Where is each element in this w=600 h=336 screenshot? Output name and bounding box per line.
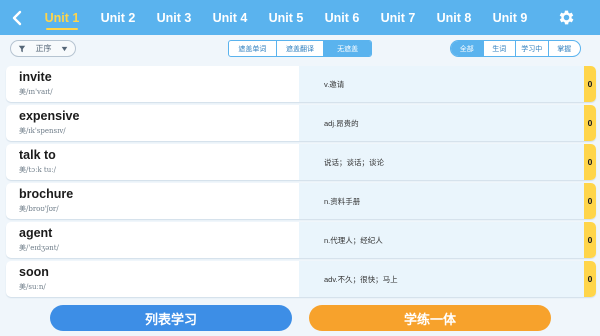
unit-tab-4[interactable]: Unit 4 [202,0,258,35]
gear-icon [559,10,574,25]
sort-order-dropdown[interactable]: 正序 [10,40,76,57]
word-text: brochure [19,187,74,201]
list-study-button[interactable]: 列表学习 [50,305,292,331]
word-row[interactable]: brochure 美/broʊ'ʃʊr/ n.资料手册 0 [6,183,596,219]
word-phonetic: 美/ɪn'vaɪt/ [19,88,53,96]
word-text: agent [19,226,53,240]
status-learning-tab[interactable]: 学习中 [515,41,548,56]
word-list: invite 美/ɪn'vaɪt/ v.邀请 0 expensive 美/ɪk'… [6,66,596,300]
practice-button[interactable]: 学练一体 [309,305,551,331]
unit-tab-9[interactable]: Unit 9 [482,0,538,35]
word-meaning: n.资料手册 [324,196,361,206]
word-phonetic: 美/ɪk'spensɪv/ [19,127,66,135]
cover-mode-toggle: 遮盖单词 遮盖翻译 无遮盖 [228,40,372,57]
unit-tab-7[interactable]: Unit 7 [370,0,426,35]
review-count-badge: 0 [584,261,596,297]
word-status-filter: 全部 生词 学习中 掌握 [450,40,581,57]
review-count-badge: 0 [584,105,596,141]
word-meaning: adv.不久；很快；马上 [324,274,398,284]
word-row[interactable]: expensive 美/ɪk'spensɪv/ adj.昂贵的 0 [6,105,596,141]
unit-tab-8[interactable]: Unit 8 [426,0,482,35]
word-meaning: n.代理人；经纪人 [324,235,383,245]
word-phonetic: 美/broʊ'ʃʊr/ [19,205,59,213]
word-phonetic: 美/suːn/ [19,283,46,291]
word-text: invite [19,70,52,84]
sort-order-label: 正序 [35,44,52,53]
status-all-tab[interactable]: 全部 [451,41,483,56]
review-count-badge: 0 [584,222,596,258]
word-row[interactable]: invite 美/ɪn'vaɪt/ v.邀请 0 [6,66,596,102]
filter-icon [18,45,26,52]
unit-header: Unit 1 Unit 2 Unit 3 Unit 4 Unit 5 Unit … [0,0,600,35]
chevron-left-icon [12,10,22,25]
caret-down-icon [61,46,68,51]
word-meaning: adj.昂贵的 [324,118,359,128]
unit-tab-1[interactable]: Unit 1 [34,0,90,35]
cover-translation-tab[interactable]: 遮盖翻译 [275,41,324,56]
unit-tab-2[interactable]: Unit 2 [90,0,146,35]
back-button[interactable] [0,0,34,35]
unit-tabs: Unit 1 Unit 2 Unit 3 Unit 4 Unit 5 Unit … [34,0,538,35]
word-text: expensive [19,109,80,123]
status-new-tab[interactable]: 生词 [482,41,516,56]
word-row[interactable]: talk to 美/tɔːk tuː/ 说话；谈话；谈论 0 [6,144,596,180]
unit-tab-5[interactable]: Unit 5 [258,0,314,35]
word-phonetic: 美/'eɪdʒənt/ [19,244,59,252]
review-count-badge: 0 [584,66,596,102]
unit-tab-6[interactable]: Unit 6 [314,0,370,35]
settings-button[interactable] [557,8,576,27]
status-mastered-tab[interactable]: 掌握 [547,41,581,56]
review-count-badge: 0 [584,144,596,180]
word-phonetic: 美/tɔːk tuː/ [19,166,56,174]
word-row[interactable]: soon 美/suːn/ adv.不久；很快；马上 0 [6,261,596,297]
word-text: talk to [19,148,56,162]
unit-tab-3[interactable]: Unit 3 [146,0,202,35]
word-meaning: v.邀请 [324,79,345,89]
word-text: soon [19,265,49,279]
cover-word-tab[interactable]: 遮盖单词 [229,41,276,56]
filter-bar: 正序 遮盖单词 遮盖翻译 无遮盖 全部 生词 学习中 掌握 [0,35,600,63]
no-cover-tab[interactable]: 无遮盖 [323,41,371,56]
review-count-badge: 0 [584,183,596,219]
word-meaning: 说话；谈话；谈论 [324,157,384,167]
word-row[interactable]: agent 美/'eɪdʒənt/ n.代理人；经纪人 0 [6,222,596,258]
